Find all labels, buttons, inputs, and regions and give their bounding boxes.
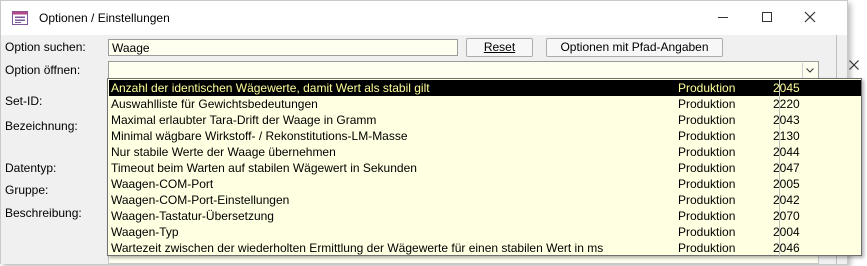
set-id-label: Set-ID:	[5, 94, 43, 108]
list-item[interactable]: Waagen-Tastatur-Übersetzung Produktion 207…	[109, 208, 861, 224]
option-name: Wartezeit zwischen der wiederholten Ermi…	[111, 241, 604, 255]
search-input[interactable]	[108, 39, 458, 56]
option-id: 2047	[773, 161, 800, 175]
option-group: Produktion	[678, 113, 736, 127]
option-group: Produktion	[678, 241, 736, 255]
option-id: 2070	[773, 209, 800, 223]
minimize-icon[interactable]	[713, 8, 733, 28]
list-item[interactable]: Nur stabile Werte der Waage übernehmen Pr…	[109, 144, 861, 160]
column-divider	[779, 80, 780, 256]
description-field[interactable]	[108, 255, 819, 264]
option-id: 2042	[773, 193, 800, 207]
option-name: Waagen-Typ	[111, 225, 179, 239]
option-name: Nur stabile Werte der Waage übernehmen	[111, 145, 336, 159]
option-name: Anzahl der identischen Wägewerte, damit …	[111, 81, 430, 95]
search-label: Option suchen:	[5, 40, 86, 54]
option-name: Waagen-COM-Port-Einstellungen	[111, 193, 290, 207]
option-group: Produktion	[678, 81, 736, 95]
option-id: 2130	[773, 129, 800, 143]
option-group: Produktion	[678, 161, 736, 175]
option-id: 2005	[773, 177, 800, 191]
path-options-button[interactable]: Optionen mit Pfad-Angaben	[546, 38, 723, 57]
option-name: Maximal erlaubter Tara-Drift der Waage i…	[111, 113, 377, 127]
close-icon[interactable]	[800, 8, 820, 28]
option-name: Waagen-Tastatur-Übersetzung	[111, 209, 274, 223]
option-group: Produktion	[678, 225, 736, 239]
option-name: Waagen-COM-Port	[111, 177, 214, 191]
list-item[interactable]: Waagen-Typ Produktion 2004	[109, 224, 861, 240]
reset-button[interactable]: Reset	[466, 38, 533, 57]
datentyp-label: Datentyp:	[5, 161, 57, 175]
beschreibung-label: Beschreibung:	[5, 206, 82, 220]
option-name: Auswahlliste für Gewichtsbedeutungen	[111, 97, 318, 111]
list-item[interactable]: Waagen-COM-Port-Einstellungen Produktion 2…	[109, 192, 861, 208]
option-dropdown-list: Anzahl der identischen Wägewerte, damit …	[107, 78, 862, 256]
option-group: Produktion	[678, 209, 736, 223]
secondary-close-icon[interactable]	[849, 58, 859, 73]
option-name: Timeout beim Warten auf stabilen Wägewer…	[111, 161, 417, 175]
maximize-icon[interactable]	[757, 8, 777, 28]
option-id: 2004	[773, 225, 800, 239]
option-name: Minimal wägbare Wirkstoff- / Rekonstitut…	[111, 129, 408, 143]
list-item[interactable]: Wartezeit zwischen der wiederholten Ermi…	[109, 240, 861, 256]
option-group: Produktion	[678, 193, 736, 207]
window-title: Optionen / Einstellungen	[39, 11, 170, 25]
list-item[interactable]: Timeout beim Warten auf stabilen Wägewer…	[109, 160, 861, 176]
chevron-down-icon[interactable]	[802, 63, 817, 78]
option-id: 2046	[773, 241, 800, 255]
option-id: 2044	[773, 145, 800, 159]
list-item[interactable]: Waagen-COM-Port Produktion 2005	[109, 176, 861, 192]
list-item[interactable]: Anzahl der identischen Wägewerte, damit …	[109, 80, 861, 96]
bezeichnung-label: Bezeichnung:	[5, 119, 78, 133]
option-id: 2220	[773, 97, 800, 111]
form-icon	[12, 11, 28, 25]
list-item[interactable]: Maximal erlaubter Tara-Drift der Waage i…	[109, 112, 861, 128]
list-item[interactable]: Auswahlliste für Gewichtsbedeutungen Prod…	[109, 96, 861, 112]
option-group: Produktion	[678, 129, 736, 143]
option-group: Produktion	[678, 177, 736, 191]
gruppe-label: Gruppe:	[5, 183, 49, 197]
title-bar: Optionen / Einstellungen	[1, 1, 847, 35]
open-label: Option öffnen:	[5, 63, 81, 77]
option-group: Produktion	[678, 145, 736, 159]
option-group: Produktion	[678, 97, 736, 111]
list-item[interactable]: Minimal wägbare Wirkstoff- / Rekonstitut…	[109, 128, 861, 144]
option-id: 2043	[773, 113, 800, 127]
option-id: 2045	[773, 81, 800, 95]
